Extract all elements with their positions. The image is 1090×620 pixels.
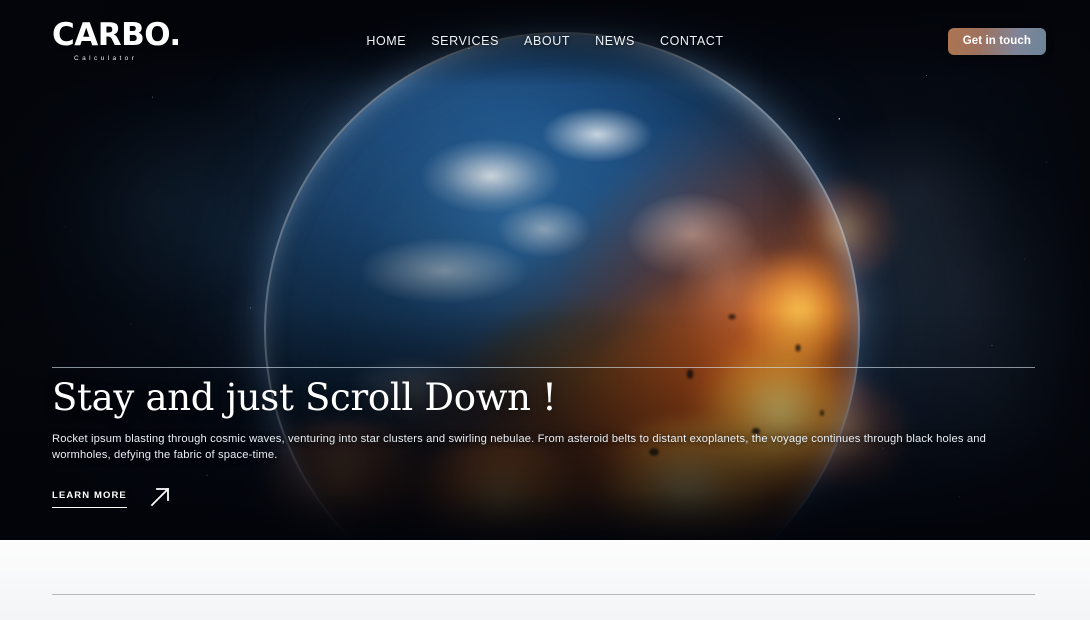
hero-content: Stay and just Scroll Down ! Rocket ipsum… — [52, 378, 1042, 513]
logo-wordmark: CARBO. — [52, 16, 181, 53]
section-divider — [52, 594, 1035, 595]
learn-more-link[interactable]: LEARN MORE — [52, 490, 127, 509]
hero-cta-row: LEARN MORE — [52, 486, 1042, 513]
arrow-up-right-icon[interactable] — [149, 486, 171, 513]
nav-item-contact[interactable]: CONTACT — [660, 34, 724, 48]
logo[interactable]: CARBO. Calculator — [52, 16, 181, 63]
get-in-touch-button[interactable]: Get in touch — [947, 27, 1046, 55]
hero-headline: Stay and just Scroll Down ! — [52, 376, 557, 419]
hero-subtext: Rocket ipsum blasting through cosmic wav… — [52, 432, 986, 461]
next-section — [0, 540, 1090, 620]
hero-section: CARBO. Calculator HOME SERVICES ABOUT NE… — [0, 0, 1090, 540]
site-header: CARBO. Calculator HOME SERVICES ABOUT NE… — [0, 0, 1090, 82]
page-root: CARBO. Calculator HOME SERVICES ABOUT NE… — [0, 0, 1090, 620]
nav-item-services[interactable]: SERVICES — [431, 34, 499, 48]
nav-item-about[interactable]: ABOUT — [524, 34, 570, 48]
nav-item-home[interactable]: HOME — [366, 34, 406, 48]
logo-subtitle: Calculator — [74, 54, 138, 62]
hero-divider — [52, 367, 1035, 368]
nav-item-news[interactable]: NEWS — [595, 34, 635, 48]
